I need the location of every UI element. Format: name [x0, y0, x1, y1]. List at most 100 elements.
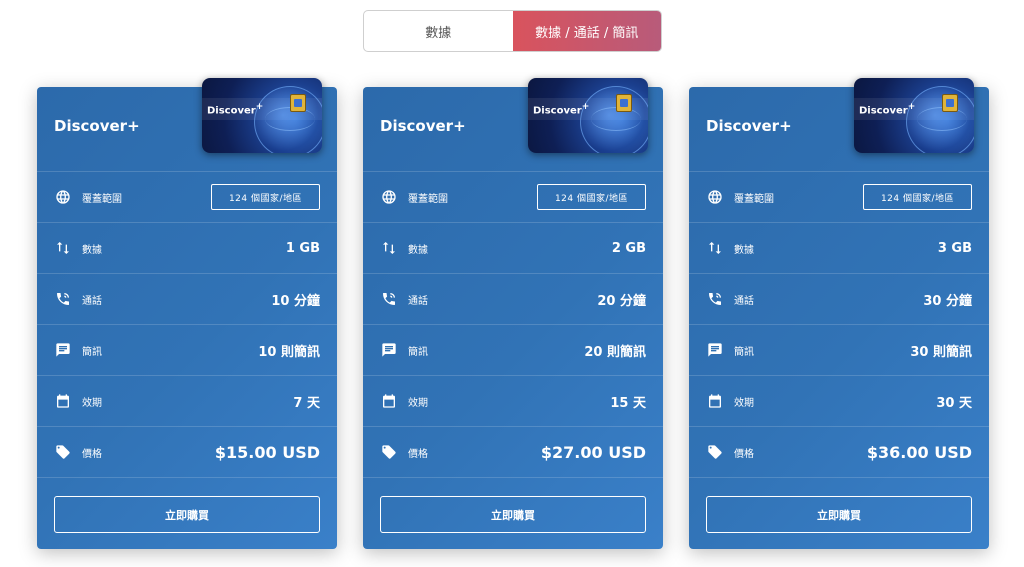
sim-card-image: Discover+: [528, 78, 648, 153]
globe-icon: [380, 188, 398, 206]
coverage-label: 覆蓋範圍: [408, 193, 448, 205]
buy-now-button[interactable]: 立即購買: [54, 496, 320, 533]
data-value: 3 GB: [937, 240, 972, 256]
sim-brand-text: Discover: [533, 105, 582, 117]
globe-icon: [706, 188, 724, 206]
calls-row: 通話 10 分鐘: [37, 273, 337, 324]
calls-row: 通話 30 分鐘: [689, 273, 989, 324]
data-row: 數據 1 GB: [37, 222, 337, 273]
globe-icon: [580, 86, 648, 153]
validity-value: 15 天: [610, 395, 646, 411]
plan-card: Discover+ Discover+ 覆蓋範圍 124 個國家/地區 數據 3…: [689, 78, 989, 549]
price-label: 價格: [734, 448, 754, 460]
sim-brand: Discover+: [207, 102, 263, 116]
sim-chip-icon: [616, 94, 632, 112]
plan-card: Discover+ Discover+ 覆蓋範圍 124 個國家/地區 數據 1…: [37, 78, 337, 549]
validity-label: 效期: [408, 397, 428, 409]
globe-icon: [254, 86, 322, 153]
coverage-badge[interactable]: 124 個國家/地區: [211, 184, 320, 210]
toggle-data-only[interactable]: 數據: [364, 11, 513, 51]
globe-icon: [54, 188, 72, 206]
buy-now-button[interactable]: 立即購買: [706, 496, 972, 533]
data-row: 數據 2 GB: [363, 222, 663, 273]
sms-label: 簡訊: [734, 346, 754, 358]
phone-call-icon: [380, 290, 398, 308]
swap-vertical-icon: [706, 239, 724, 257]
sms-value: 30 則簡訊: [910, 344, 972, 360]
sim-brand-plus: +: [255, 102, 264, 112]
data-value: 1 GB: [285, 240, 320, 256]
calls-value: 30 分鐘: [923, 293, 972, 309]
phone-call-icon: [706, 290, 724, 308]
price-row: 價格 $15.00 USD: [37, 426, 337, 477]
calendar-icon: [706, 392, 724, 410]
globe-icon: [906, 86, 974, 153]
calendar-icon: [380, 392, 398, 410]
sim-chip-icon: [290, 94, 306, 112]
sim-card-image: Discover+: [854, 78, 974, 153]
price-value: $15.00 USD: [214, 442, 320, 462]
coverage-row: 覆蓋範圍 124 個國家/地區: [689, 171, 989, 222]
calls-value: 20 分鐘: [597, 293, 646, 309]
price-value: $27.00 USD: [540, 442, 646, 462]
price-row: 價格 $36.00 USD: [689, 426, 989, 477]
sms-label: 簡訊: [82, 346, 102, 358]
card-header: Discover+ Discover+: [689, 78, 989, 171]
coverage-row: 覆蓋範圍 124 個國家/地區: [37, 171, 337, 222]
price-value: $36.00 USD: [866, 442, 972, 462]
plan-title: Discover+: [54, 117, 140, 135]
sim-brand-plus: +: [581, 102, 590, 112]
calls-label: 通話: [734, 295, 754, 307]
coverage-label: 覆蓋範圍: [734, 193, 774, 205]
sim-brand: Discover+: [533, 102, 589, 116]
data-label: 數據: [408, 244, 428, 256]
sim-chip-icon: [942, 94, 958, 112]
validity-row: 效期 7 天: [37, 375, 337, 426]
card-header: Discover+ Discover+: [37, 78, 337, 171]
plan-title: Discover+: [706, 117, 792, 135]
validity-value: 30 天: [936, 395, 972, 411]
card-footer: 立即購買: [37, 477, 337, 547]
calls-label: 通話: [408, 295, 428, 307]
sim-brand-plus: +: [907, 102, 916, 112]
sms-value: 10 則簡訊: [258, 344, 320, 360]
toggle-data-call-sms[interactable]: 數據 / 通話 / 簡訊: [512, 11, 661, 51]
price-row: 價格 $27.00 USD: [363, 426, 663, 477]
data-value: 2 GB: [611, 240, 646, 256]
data-label: 數據: [82, 244, 102, 256]
sim-brand-text: Discover: [859, 105, 908, 117]
message-icon: [706, 341, 724, 359]
card-footer: 立即購買: [689, 477, 989, 547]
validity-row: 效期 30 天: [689, 375, 989, 426]
data-label: 數據: [734, 244, 754, 256]
calls-value: 10 分鐘: [271, 293, 320, 309]
swap-vertical-icon: [380, 239, 398, 257]
coverage-badge[interactable]: 124 個國家/地區: [863, 184, 972, 210]
plan-title: Discover+: [380, 117, 466, 135]
calls-label: 通話: [82, 295, 102, 307]
coverage-badge[interactable]: 124 個國家/地區: [537, 184, 646, 210]
sms-value: 20 則簡訊: [584, 344, 646, 360]
price-label: 價格: [408, 448, 428, 460]
buy-now-button[interactable]: 立即購買: [380, 496, 646, 533]
sim-card-image: Discover+: [202, 78, 322, 153]
coverage-row: 覆蓋範圍 124 個國家/地區: [363, 171, 663, 222]
message-icon: [380, 341, 398, 359]
card-header: Discover+ Discover+: [363, 78, 663, 171]
validity-value: 7 天: [293, 395, 320, 411]
sim-brand-text: Discover: [207, 105, 256, 117]
price-tag-icon: [706, 443, 724, 461]
sms-row: 簡訊 20 則簡訊: [363, 324, 663, 375]
price-tag-icon: [380, 443, 398, 461]
sms-row: 簡訊 10 則簡訊: [37, 324, 337, 375]
sms-label: 簡訊: [408, 346, 428, 358]
plan-type-toggle: 數據 數據 / 通話 / 簡訊: [363, 10, 662, 52]
swap-vertical-icon: [54, 239, 72, 257]
card-footer: 立即購買: [363, 477, 663, 547]
price-tag-icon: [54, 443, 72, 461]
message-icon: [54, 341, 72, 359]
validity-row: 效期 15 天: [363, 375, 663, 426]
sim-brand: Discover+: [859, 102, 915, 116]
calendar-icon: [54, 392, 72, 410]
data-row: 數據 3 GB: [689, 222, 989, 273]
